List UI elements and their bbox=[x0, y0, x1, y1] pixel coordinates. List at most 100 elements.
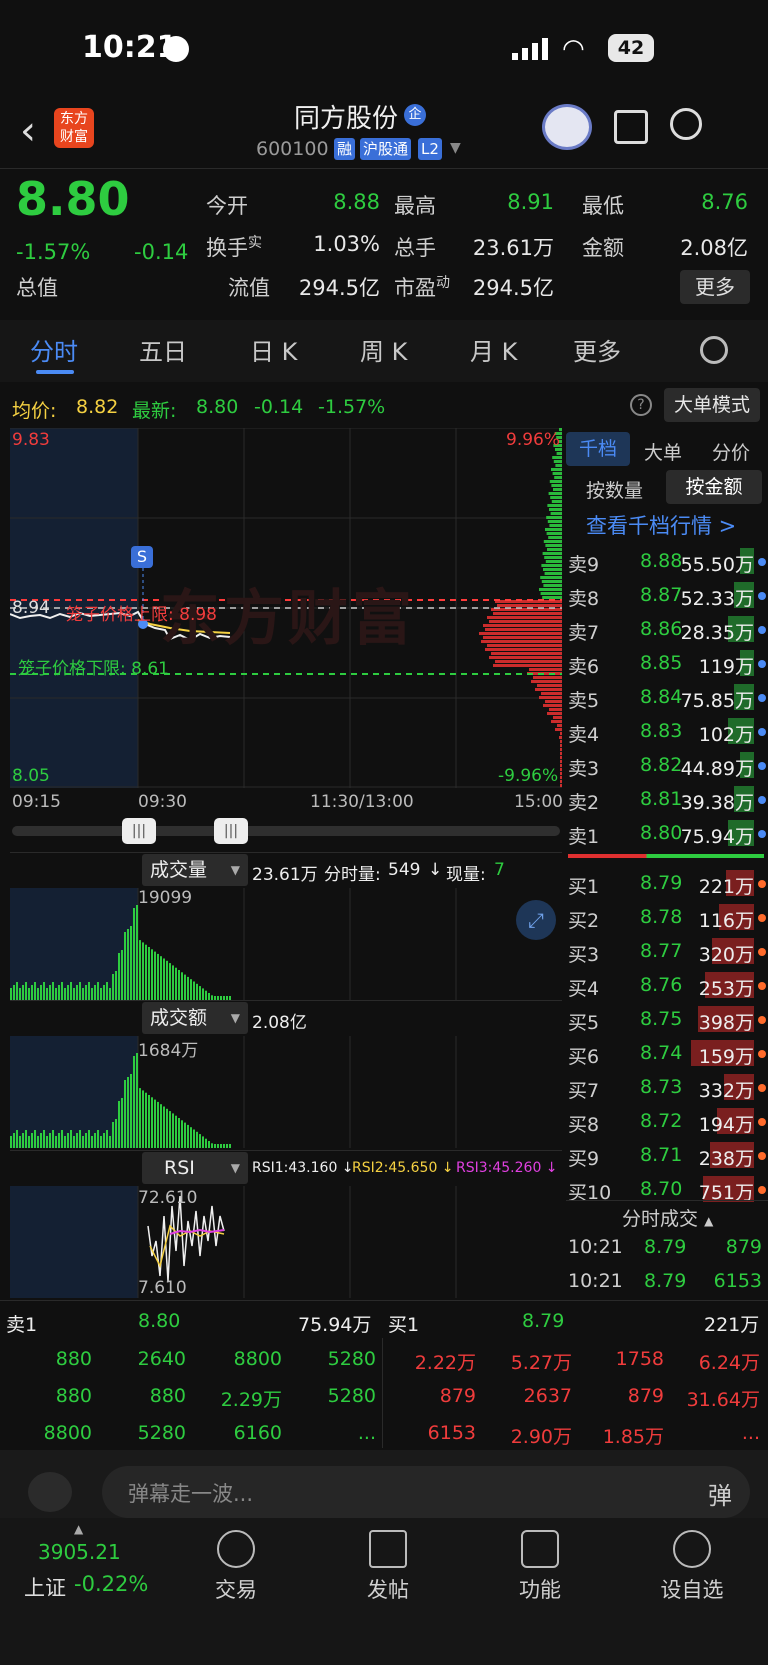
danmaku-input[interactable]: 弹幕走一波... 弹 bbox=[102, 1466, 750, 1518]
ask-row[interactable]: 卖8 8.87 52.33万 bbox=[568, 578, 768, 612]
view-qiandang-link[interactable]: 查看千档行情 > bbox=[586, 510, 736, 540]
big-order-mode-button[interactable]: 大单模式 bbox=[664, 388, 760, 422]
bid-row[interactable]: 买1 8.79 221万 bbox=[568, 866, 768, 900]
bid-price: 8.75 bbox=[640, 1008, 683, 1030]
queue-ask-cell: 2.29万 bbox=[220, 1389, 282, 1411]
nav-watchlist[interactable]: 设自选 bbox=[622, 1530, 762, 1604]
lower-limit-label: 笼子价格下限: 8.61 bbox=[18, 659, 169, 679]
depth-bar bbox=[560, 776, 562, 779]
bid-row[interactable]: 买8 8.72 194万 bbox=[568, 1104, 768, 1138]
orderbook-tab-fenjia[interactable]: 分价 bbox=[712, 438, 750, 465]
bar bbox=[46, 988, 48, 1000]
tab-month-k[interactable]: 月 K bbox=[470, 332, 517, 367]
rsi-selector[interactable]: RSI ▼ bbox=[142, 1152, 248, 1184]
nav-function[interactable]: 功能 bbox=[470, 1530, 610, 1604]
ticks-title[interactable]: 分时成交 ▲ bbox=[622, 1204, 713, 1231]
s-marker[interactable]: S bbox=[131, 546, 153, 568]
amount-selector-label: 成交额 bbox=[150, 1007, 208, 1029]
range-slider-handle-right[interactable]: ||| bbox=[214, 818, 248, 844]
depth-bar bbox=[550, 512, 562, 515]
bar bbox=[97, 1130, 99, 1148]
index-value[interactable]: 3905.21 bbox=[38, 1540, 121, 1564]
depth-bar bbox=[539, 696, 562, 699]
volume-selector[interactable]: 成交量 ▼ bbox=[142, 854, 248, 886]
ask-row[interactable]: 卖3 8.82 44.89万 bbox=[568, 748, 768, 782]
ask-indicator-dot bbox=[758, 558, 766, 566]
depth-bar bbox=[555, 728, 562, 731]
mode-by-quantity[interactable]: 按数量 bbox=[586, 476, 643, 503]
amount-selector[interactable]: 成交额 ▼ bbox=[142, 1002, 248, 1034]
robot-avatar-icon[interactable] bbox=[542, 104, 592, 150]
bar bbox=[64, 988, 66, 1000]
tab-fenshi[interactable]: 分时 bbox=[30, 332, 78, 367]
help-icon[interactable]: ? bbox=[630, 394, 652, 416]
depth-bar bbox=[560, 760, 562, 763]
quote-field-value: 1.03% bbox=[313, 232, 380, 256]
mode-by-amount[interactable]: 按金额 bbox=[666, 470, 762, 504]
dropdown-arrow-icon[interactable]: ▼ bbox=[450, 140, 461, 156]
bid-row[interactable]: 买4 8.76 253万 bbox=[568, 968, 768, 1002]
bid-label: 买4 bbox=[568, 978, 600, 1000]
ask-row[interactable]: 卖7 8.86 28.35万 bbox=[568, 612, 768, 646]
bar bbox=[184, 1122, 186, 1148]
more-button[interactable]: 更多 bbox=[680, 270, 750, 304]
nav-trade[interactable]: 交易 bbox=[166, 1530, 306, 1604]
bid-row[interactable]: 买6 8.74 159万 bbox=[568, 1036, 768, 1070]
bar bbox=[10, 1136, 12, 1148]
share-icon[interactable] bbox=[614, 110, 648, 144]
bid-row[interactable]: 买9 8.71 238万 bbox=[568, 1138, 768, 1172]
depth-bar bbox=[546, 516, 562, 519]
ask-row[interactable]: 卖9 8.88 55.50万 bbox=[568, 544, 768, 578]
nav-post[interactable]: 发帖 bbox=[318, 1530, 458, 1604]
index-name[interactable]: 上证 bbox=[24, 1572, 66, 1602]
bid-row[interactable]: 买2 8.78 116万 bbox=[568, 900, 768, 934]
bid-price: 8.77 bbox=[640, 940, 683, 962]
depth-bar bbox=[541, 564, 562, 567]
expand-icon[interactable]: ⤢ bbox=[516, 900, 556, 940]
orderbook-tab-qiandang[interactable]: 千档 bbox=[566, 432, 630, 466]
ask-row[interactable]: 卖5 8.84 75.85万 bbox=[568, 680, 768, 714]
tab-five-day[interactable]: 五日 bbox=[139, 332, 187, 367]
bar bbox=[208, 993, 210, 1000]
tab-more[interactable]: 更多 bbox=[573, 332, 621, 367]
queue-ask-label: 卖1 bbox=[6, 1314, 38, 1336]
quote-field-value: 294.5亿 bbox=[472, 276, 554, 300]
ask-row[interactable]: 卖6 8.85 119万 bbox=[568, 646, 768, 680]
tab-week-k[interactable]: 周 K bbox=[360, 332, 407, 367]
search-icon[interactable] bbox=[670, 108, 702, 140]
settings-gear-icon[interactable] bbox=[700, 336, 728, 364]
index-percent[interactable]: -0.22% bbox=[74, 1572, 148, 1596]
range-slider-handle-left[interactable]: ||| bbox=[122, 818, 156, 844]
depth-bar bbox=[495, 660, 562, 663]
bar bbox=[85, 985, 87, 1000]
back-chevron-icon[interactable]: ‹ bbox=[20, 108, 36, 154]
quote-field-label: 总值 bbox=[16, 276, 58, 300]
danmaku-send-button[interactable]: 弹 bbox=[708, 1476, 732, 1511]
bid-label: 买3 bbox=[568, 944, 600, 966]
stock-title[interactable]: 同方股份 bbox=[294, 98, 398, 135]
orderbook-tab-dadan[interactable]: 大单 bbox=[644, 438, 682, 465]
bar bbox=[25, 1130, 27, 1148]
bar bbox=[16, 1130, 18, 1148]
depth-bar bbox=[483, 636, 562, 639]
bid-row[interactable]: 买3 8.77 320万 bbox=[568, 934, 768, 968]
ask-row[interactable]: 卖2 8.81 39.38万 bbox=[568, 782, 768, 816]
depth-bar bbox=[550, 496, 562, 499]
danmaku-toggle-icon[interactable] bbox=[28, 1472, 72, 1512]
depth-bar bbox=[547, 712, 562, 715]
bid-row[interactable]: 买5 8.75 398万 bbox=[568, 1002, 768, 1036]
ask-row[interactable]: 卖1 8.80 75.94万 bbox=[568, 816, 768, 850]
bid-label: 买6 bbox=[568, 1046, 600, 1068]
latest-change: -0.14 bbox=[254, 396, 304, 418]
bar bbox=[49, 985, 51, 1000]
depth-bar bbox=[549, 524, 562, 527]
tab-day-k[interactable]: 日 K bbox=[250, 332, 297, 367]
ask-row[interactable]: 卖4 8.83 102万 bbox=[568, 714, 768, 748]
ask-label: 卖7 bbox=[568, 622, 600, 644]
range-slider-track[interactable] bbox=[12, 826, 560, 836]
bar bbox=[208, 1141, 210, 1148]
bid-row[interactable]: 买7 8.73 332万 bbox=[568, 1070, 768, 1104]
bid-indicator-dot bbox=[758, 1152, 766, 1160]
amount-selector-caret-icon: ▼ bbox=[230, 1011, 240, 1025]
bar bbox=[169, 963, 171, 1000]
